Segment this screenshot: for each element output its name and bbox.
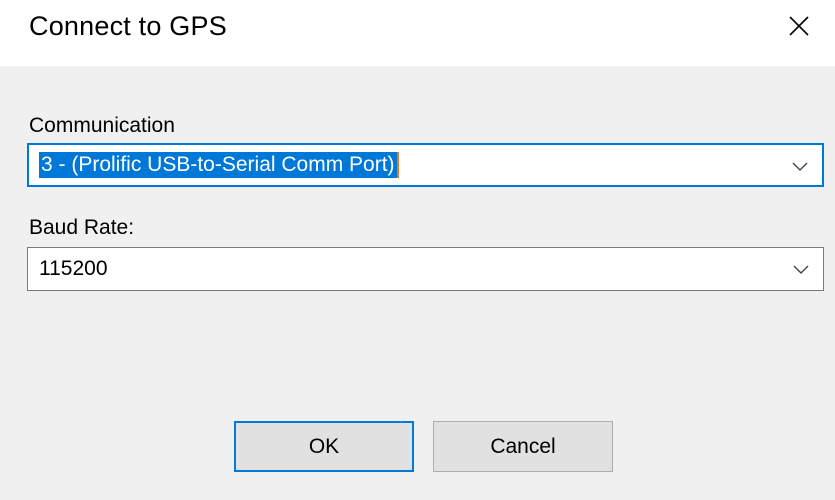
dialog-body: Communication 3 - (Prolific USB-to-Seria… <box>0 66 835 500</box>
communication-selected-value: 3 - (Prolific USB-to-Serial Comm Port) <box>39 152 399 178</box>
baud-rate-label: Baud Rate: <box>29 216 135 239</box>
ok-button[interactable]: OK <box>234 421 414 472</box>
baud-rate-selected-value: 115200 <box>39 257 108 280</box>
chevron-down-icon <box>792 162 808 171</box>
close-icon <box>789 16 809 36</box>
chevron-down-icon <box>793 265 809 274</box>
connect-to-gps-dialog: Connect to GPS Communication 3 - (Prolif… <box>0 0 835 500</box>
communication-dropdown[interactable]: 3 - (Prolific USB-to-Serial Comm Port) <box>27 143 824 187</box>
title-bar: Connect to GPS <box>0 0 835 66</box>
cancel-button[interactable]: Cancel <box>433 421 613 472</box>
communication-label: Communication <box>29 114 175 137</box>
dialog-title: Connect to GPS <box>29 11 227 41</box>
close-button[interactable] <box>775 6 823 46</box>
baud-rate-dropdown[interactable]: 115200 <box>27 247 824 291</box>
